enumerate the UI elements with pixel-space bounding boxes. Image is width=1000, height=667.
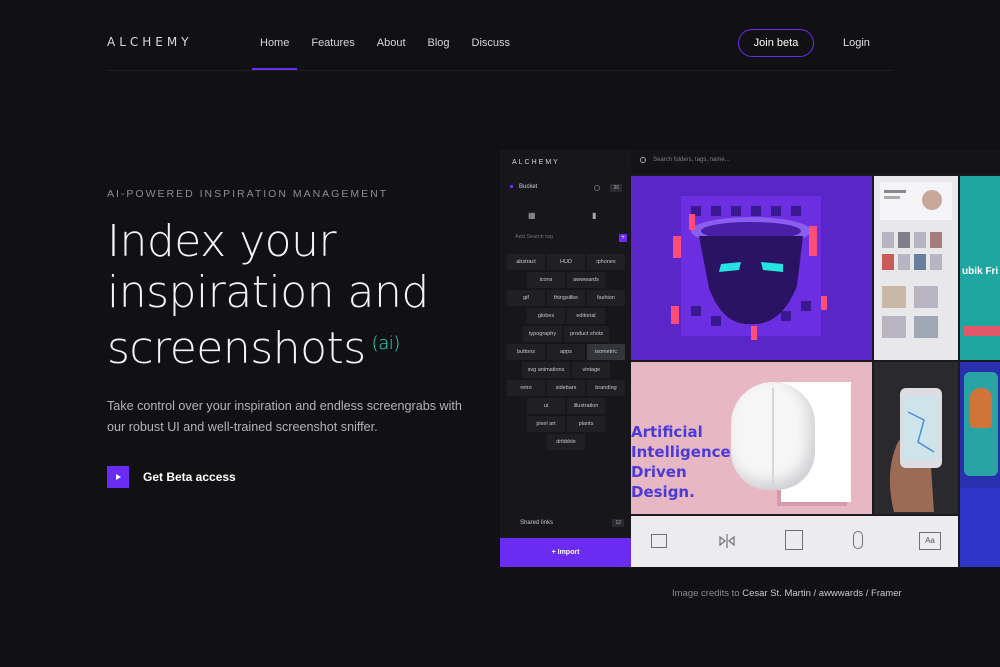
bucket-label: Bucket [519,184,538,190]
app-sidebar: ALCHEMY Bucket 36 ▦ ▮ Add Search tag + a… [500,150,631,567]
tag: apps [547,344,585,360]
tag: illustration [567,398,605,414]
tag: thingsilike [547,290,585,306]
hero-description: Take control over your inspiration and e… [107,399,462,434]
nav-link-home[interactable]: Home [251,37,298,70]
tag: pixel art [527,416,565,432]
image-credits: Image credits to Cesar St. Martin / awww… [672,588,902,599]
layout-icon [651,534,667,548]
sidebar-icons: ▦ ▮ [500,206,631,228]
play-icon [107,466,129,488]
gallery-tile-event: ubik Fri [960,176,1000,360]
nav-links: Home Features About Blog Discuss [251,37,532,70]
top-nav: ALCHEMY Home Features About Blog Discuss… [0,0,1000,70]
tag: fashion [587,290,625,306]
tag: product shots [564,326,610,342]
tag: buttons [507,344,545,360]
tag-cloud: abstract HUD iphonex icons awwwards gif thin… [505,254,627,452]
add-tag-icon: + [619,234,627,242]
tag: globes [527,308,565,324]
nav-link-features[interactable]: Features [311,37,354,49]
nav-divider [107,70,893,71]
shared-links-row: Shared links 12 [508,519,624,527]
tag-search: Add Search tag + [507,234,627,244]
tag: HUD [547,254,585,270]
headline-line-1: Index your [107,216,337,267]
nav-link-about[interactable]: About [377,37,406,49]
grid-view-icon: ▦ [528,211,536,220]
gallery-tile-fashion-grid [874,176,958,360]
document-icon [785,530,803,550]
get-beta-button[interactable]: Get Beta access [107,466,236,488]
event-tile-text: ubik Fri [962,266,999,277]
headline-line-3: screenshots (ai) [107,318,467,374]
tag: dribbble [547,434,585,450]
tag: editorial [567,308,605,324]
tag: sidebars [547,380,585,396]
tag: abstract [507,254,545,270]
flip-icon-svg [719,534,735,548]
tag: retro [507,380,545,396]
headline-line-2: inspiration and [107,267,429,318]
shared-links-count: 12 [612,519,624,527]
credits-prefix: Image credits to [672,588,740,599]
head-artwork [671,196,827,340]
tag: vintage [572,362,611,378]
app-gallery: Search folders, tags, name... ubik Fri A… [631,150,1000,567]
gallery-tile-portrait [960,362,1000,567]
loading-ring-icon [594,185,600,191]
event-tile-button [964,326,1000,336]
join-beta-button[interactable]: Join beta [738,29,814,57]
mouse-icon [853,531,863,549]
app-search-placeholder: Search folders, tags, name... [653,157,730,163]
import-button: + Import [500,538,631,567]
bucket-row: Bucket 36 [510,184,622,194]
app-screenshot: ALCHEMY Bucket 36 ▦ ▮ Add Search tag + a… [500,150,1000,567]
typography-icon: Aa [919,532,941,550]
tag: ui [527,398,565,414]
tag: plants [567,416,605,432]
gallery-tile-ai-book: Artificial Intelligence Driven Design. [631,362,872,514]
tag: typography [522,326,563,342]
city-art [960,488,1000,567]
tag: svg animations [521,362,571,378]
gallery-tile-phone [874,362,958,514]
nav-link-discuss[interactable]: Discuss [472,37,511,49]
tag-icon: ▮ [592,211,597,220]
fashion-grid-artwork [880,182,952,338]
gallery-tile-3d-head [631,176,872,360]
tag-search-placeholder: Add Search tag [515,234,553,240]
flip-icon [719,534,735,548]
app-search-bar: Search folders, tags, name... [631,150,1000,174]
hero-eyebrow: AI-POWERED INSPIRATION MANAGEMENT [107,188,389,200]
tag: iphonex [587,254,625,270]
tag-highlighted: isometric [587,344,625,360]
get-beta-label: Get Beta access [143,470,236,484]
tag: gif [507,290,545,306]
login-link[interactable]: Login [843,37,870,49]
gallery-tile-icon-set: Aa [631,516,958,567]
tag: branding [587,380,625,396]
headline-line-3-text: screenshots [107,323,366,374]
ai-tag: (ai) [371,333,401,354]
phone-artwork [874,362,958,514]
ai-book-title: Artificial Intelligence Driven Design. [631,423,731,501]
site-logo[interactable]: ALCHEMY [107,35,193,49]
tag: awwwards [567,272,605,288]
app-logo: ALCHEMY [512,159,560,166]
bucket-count: 36 [610,184,622,192]
search-icon [640,157,646,163]
shared-links-label: Shared links [520,520,554,526]
credits-names: Cesar St. Martin / awwwards / Framer [742,588,902,599]
bucket-dot-icon [510,184,513,188]
portrait-face [970,388,992,428]
tag: icons [527,272,565,288]
hero-headline: Index your inspiration and screenshots (a… [107,216,467,374]
nav-link-blog[interactable]: Blog [428,37,450,49]
